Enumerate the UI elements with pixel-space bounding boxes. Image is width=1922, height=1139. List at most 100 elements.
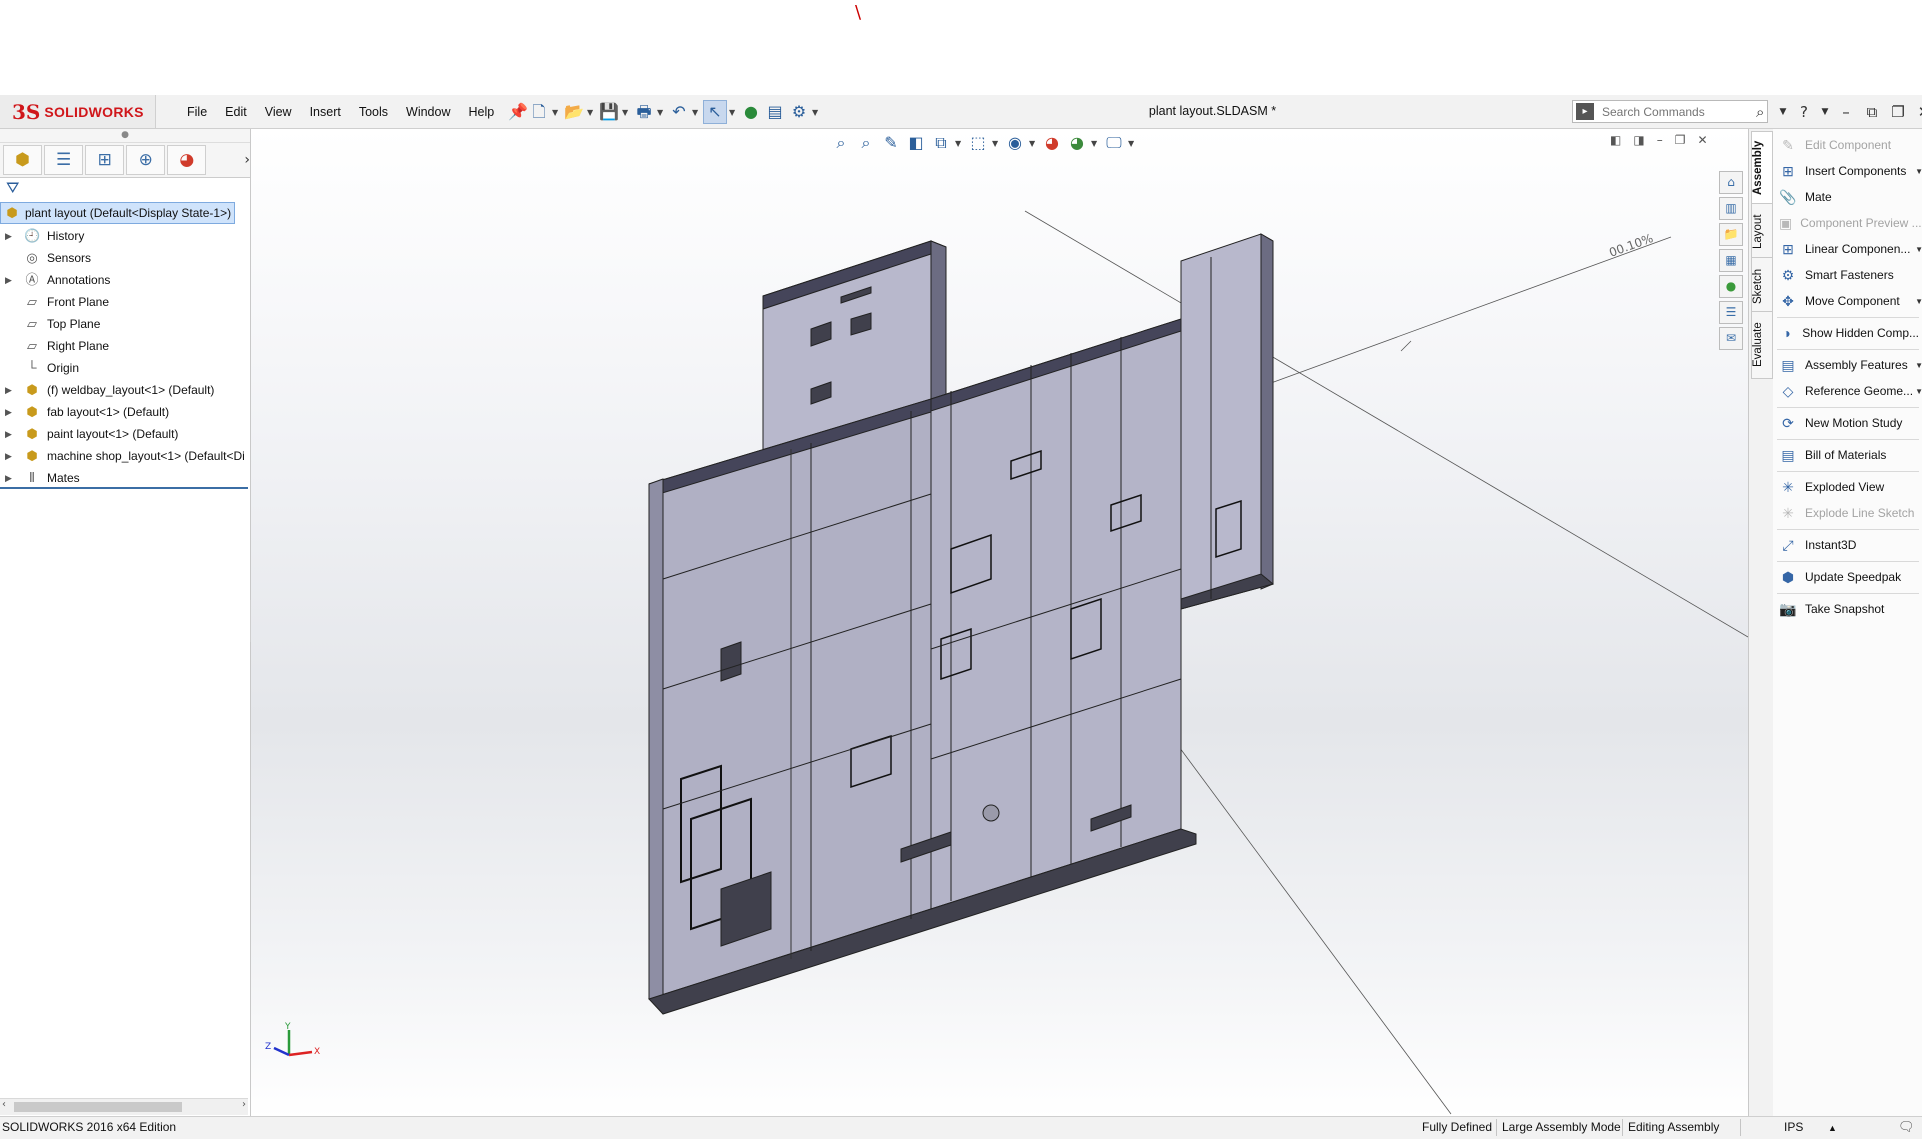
menu-edit[interactable]: Edit [216, 105, 256, 119]
horizontal-scrollbar[interactable]: ‹ › [0, 1098, 248, 1115]
design-library-icon[interactable]: ▥ [1719, 197, 1743, 220]
expand-chevron-icon[interactable]: ▶ [5, 423, 15, 445]
view-settings-icon[interactable]: 🖵 [1103, 132, 1125, 154]
propertymanager-tab-icon[interactable]: ☰ [44, 145, 84, 175]
zoom-to-area-icon[interactable]: ⌕ [855, 132, 877, 154]
tree-root-assembly[interactable]: ⬢ plant layout (Default<Display State-1>… [0, 202, 235, 224]
chevron-down-icon[interactable]: ▼ [729, 108, 738, 117]
tree-item-paint-layout[interactable]: ▶ ⬢ paint layout<1> (Default) [0, 423, 250, 445]
tree-item-history[interactable]: ▶ 🕘 History [0, 225, 250, 247]
chevron-down-icon[interactable]: ▼ [1029, 139, 1038, 148]
search-input[interactable] [1600, 103, 1754, 120]
chat-icon[interactable]: 🗨 [1898, 1119, 1915, 1135]
split-right-icon[interactable]: ◨ [1633, 133, 1644, 147]
split-left-icon[interactable]: ◧ [1610, 133, 1621, 147]
search-commands-box[interactable]: ▸ ⌕ [1572, 100, 1768, 123]
viewport-close-icon[interactable]: ✕ [1697, 133, 1707, 147]
appearances-icon[interactable]: ● [1719, 275, 1743, 298]
expand-chevron-icon[interactable]: ▶ [5, 401, 15, 423]
viewport-restore-icon[interactable]: ❐ [1675, 133, 1686, 147]
search-dropdown-chevron-icon[interactable]: ▼ [1778, 107, 1788, 117]
tree-item-machine-shop-layout[interactable]: ▶ ⬢ machine shop_layout<1> (Default<Di [0, 445, 250, 467]
unit-system[interactable]: IPS [1784, 1120, 1803, 1134]
search-icon[interactable]: ⌕ [1756, 103, 1764, 121]
close-icon[interactable]: ✕ [1914, 103, 1922, 121]
component-preview-button[interactable]: ▣ Component Preview ... [1779, 211, 1922, 235]
chevron-down-icon[interactable]: ▼ [657, 108, 666, 117]
solidworks-logo[interactable]: 3S SOLIDWORKS [0, 95, 156, 128]
help-dropdown-chevron-icon[interactable]: ▼ [1820, 107, 1830, 117]
edit-appearance-icon[interactable]: ◕ [1066, 132, 1088, 154]
tree-filter[interactable]: ⛛ [0, 177, 250, 199]
menu-help[interactable]: Help [460, 105, 504, 119]
chevron-down-icon[interactable]: ▼ [552, 108, 561, 117]
pin-icon[interactable]: 📌 [507, 101, 529, 123]
print-icon[interactable]: 🖶 [633, 101, 655, 123]
menu-tools[interactable]: Tools [350, 105, 397, 119]
dimxpert-tab-icon[interactable]: ⊕ [126, 145, 166, 175]
rollback-bar[interactable] [0, 487, 248, 489]
tree-item-fab-layout[interactable]: ▶ ⬢ fab layout<1> (Default) [0, 401, 250, 423]
explode-line-sketch-button[interactable]: ✳ Explode Line Sketch [1779, 501, 1919, 525]
previous-view-icon[interactable]: ✎ [880, 132, 902, 154]
tree-item-weldbay-layout[interactable]: ▶ ⬢ (f) weldbay_layout<1> (Default) [0, 379, 250, 401]
file-explorer-icon[interactable]: 📁 [1719, 223, 1743, 246]
tree-item-origin[interactable]: └ Origin [0, 357, 250, 379]
menu-window[interactable]: Window [397, 105, 459, 119]
take-snapshot-button[interactable]: 📷 Take Snapshot [1779, 597, 1919, 621]
forum-icon[interactable]: ✉ [1719, 327, 1743, 350]
help-icon[interactable]: ? [1794, 103, 1814, 121]
scroll-right-icon[interactable]: › [242, 1099, 246, 1110]
undo-icon[interactable]: ↶ [668, 101, 690, 123]
featuremanager-tab-icon[interactable]: ⬢ [3, 145, 43, 175]
tab-evaluate[interactable]: Evaluate [1751, 311, 1773, 379]
section-view-icon[interactable]: ◧ [905, 132, 927, 154]
tree-item-front-plane[interactable]: ▱ Front Plane [0, 291, 250, 313]
exploded-view-button[interactable]: ✳ Exploded View [1779, 475, 1919, 499]
select-cursor-icon[interactable]: ↖ [703, 100, 727, 124]
display-style-icon[interactable]: ◉ [1004, 132, 1026, 154]
displaymanager-tab-icon[interactable]: ◕ [167, 145, 207, 175]
scrollbar-thumb[interactable] [14, 1102, 182, 1112]
linear-component-pattern-button[interactable]: ⊞ Linear Componen... ▼ [1779, 237, 1922, 261]
options-gear-icon[interactable]: ⚙ [788, 101, 810, 123]
chevron-down-icon[interactable]: ▼ [1091, 139, 1100, 148]
tree-item-annotations[interactable]: ▶ Ⓐ Annotations [0, 269, 250, 291]
tab-sketch[interactable]: Sketch [1751, 257, 1773, 315]
configurationmanager-tab-icon[interactable]: ⊞ [85, 145, 125, 175]
instant3d-button[interactable]: ⤢ Instant3D [1779, 533, 1919, 557]
tab-assembly[interactable]: Assembly [1751, 131, 1773, 205]
hide-show-items-icon[interactable]: ◕ [1041, 132, 1063, 154]
tree-item-sensors[interactable]: ◎ Sensors [0, 247, 250, 269]
file-properties-icon[interactable]: ▤ [764, 101, 786, 123]
rebuild-traffic-light-icon[interactable]: ● [740, 101, 762, 123]
home-icon[interactable]: ⌂ [1719, 171, 1743, 194]
tab-layout[interactable]: Layout [1751, 203, 1773, 261]
chevron-down-icon[interactable]: ▼ [1915, 297, 1922, 306]
smart-fasteners-button[interactable]: ⚙ Smart Fasteners [1779, 263, 1919, 287]
show-hidden-components-button[interactable]: ◑ Show Hidden Comp... [1779, 321, 1919, 345]
graphics-area[interactable]: 00.10% [251, 129, 1748, 1118]
chevron-down-icon[interactable]: ▼ [587, 108, 596, 117]
chevron-down-icon[interactable]: ▼ [992, 139, 1001, 148]
chevron-down-icon[interactable]: ▼ [1915, 167, 1922, 176]
restore-icon[interactable]: ❐ [1888, 103, 1908, 121]
bill-of-materials-button[interactable]: ▤ Bill of Materials [1779, 443, 1919, 467]
reference-geometry-button[interactable]: ◇ Reference Geome... ▼ [1779, 379, 1922, 403]
minimize-icon[interactable]: – [1836, 103, 1856, 121]
new-document-icon[interactable]: 🗋 [528, 101, 550, 123]
chevron-right-icon[interactable]: › [244, 152, 250, 168]
save-icon[interactable]: 💾 [598, 101, 620, 123]
search-scope-icon[interactable]: ▸ [1576, 103, 1594, 120]
filter-icon[interactable]: ⛛ [6, 178, 19, 198]
expand-chevron-icon[interactable]: ▶ [5, 467, 15, 489]
tile-windows-icon[interactable]: ⧉ [1862, 103, 1882, 121]
zoom-to-fit-icon[interactable]: ⌕ [830, 132, 852, 154]
open-folder-icon[interactable]: 📂 [563, 101, 585, 123]
tree-item-mates[interactable]: ▶ ⫴ Mates [0, 467, 250, 489]
chevron-down-icon[interactable]: ▼ [692, 108, 701, 117]
expand-chevron-icon[interactable]: ▶ [5, 379, 15, 401]
panel-grip[interactable]: ● [0, 129, 250, 143]
chevron-down-icon[interactable]: ▼ [1915, 387, 1922, 396]
new-motion-study-button[interactable]: ⟳ New Motion Study [1779, 411, 1919, 435]
